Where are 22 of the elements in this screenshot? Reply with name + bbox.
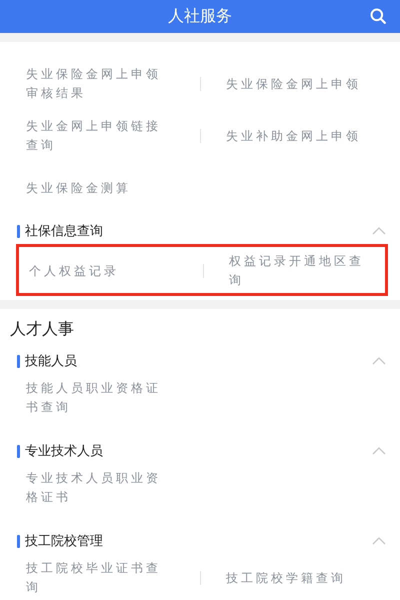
category-title: 人才人事 <box>9 318 75 340</box>
service-link[interactable]: 专业技术人员职业资格证书 <box>26 469 166 507</box>
section-title: 技工院校管理 <box>25 533 104 550</box>
service-link[interactable]: 权益记录开通地区查询 <box>229 252 369 290</box>
service-link[interactable]: 失业保险金测算 <box>26 178 166 198</box>
section-title: 专业技术人员 <box>25 443 104 460</box>
search-icon[interactable] <box>370 8 386 24</box>
section-title: 社保信息查询 <box>25 223 104 240</box>
chevron-icon[interactable] <box>372 537 386 545</box>
chevron-icon[interactable] <box>372 227 386 235</box>
section-title: 技能人员 <box>25 353 78 370</box>
service-link[interactable]: 失业保险金网上申领审核结果 <box>26 65 166 103</box>
service-link[interactable]: 技能人员职业资格证书查询 <box>26 379 166 417</box>
service-link[interactable]: 技工院校毕业证书查询 <box>26 559 166 597</box>
service-link[interactable]: 失业保险金网上申领 <box>226 74 366 94</box>
service-link[interactable]: 技工院校学籍查询 <box>226 568 366 588</box>
chevron-icon[interactable] <box>372 357 386 365</box>
chevron-icon[interactable] <box>372 447 386 455</box>
service-link[interactable]: 失业补助金网上申领 <box>226 126 366 146</box>
service-link[interactable]: 个人权益记录 <box>29 262 169 280</box>
page-title: 人社服务 <box>168 6 232 27</box>
service-link[interactable]: 失业金网上申领链接查询 <box>26 117 166 155</box>
